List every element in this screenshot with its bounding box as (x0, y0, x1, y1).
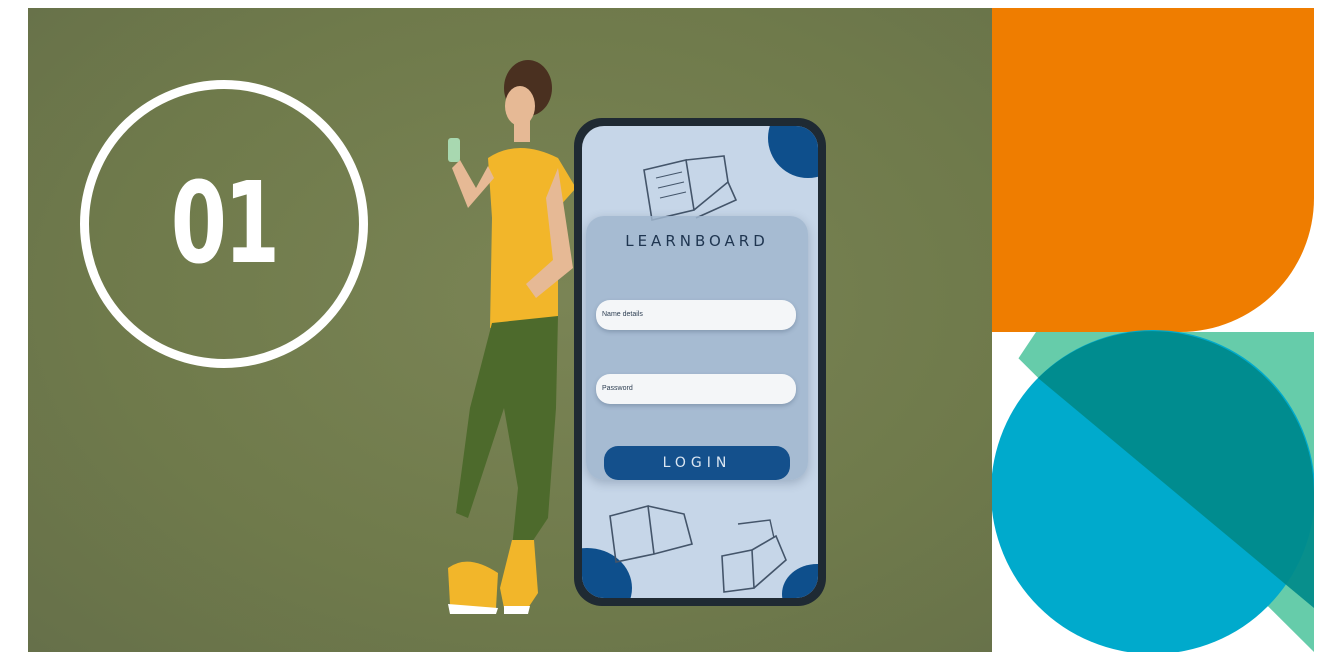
password-field[interactable]: Password (596, 374, 796, 404)
app-brand-title: LEARNBOARD (625, 232, 769, 250)
orange-quarter-shape (992, 8, 1314, 332)
login-button[interactable]: LOGIN (604, 446, 790, 480)
open-book-icon (609, 504, 693, 563)
hero-photo: 01 LEARNBOARD Name details Password LOGI… (28, 8, 992, 652)
open-book-icon (721, 519, 787, 593)
decorative-blob (768, 126, 818, 178)
username-field[interactable]: Name details (596, 300, 796, 330)
step-number: 01 (170, 159, 280, 289)
decorative-shapes (992, 8, 1314, 652)
phone-screen: LEARNBOARD Name details Password LOGIN (582, 126, 818, 598)
step-number-badge: 01 (80, 80, 368, 368)
phone-mockup: LEARNBOARD Name details Password LOGIN (574, 118, 826, 606)
login-card: LEARNBOARD Name details Password LOGIN (586, 216, 808, 480)
